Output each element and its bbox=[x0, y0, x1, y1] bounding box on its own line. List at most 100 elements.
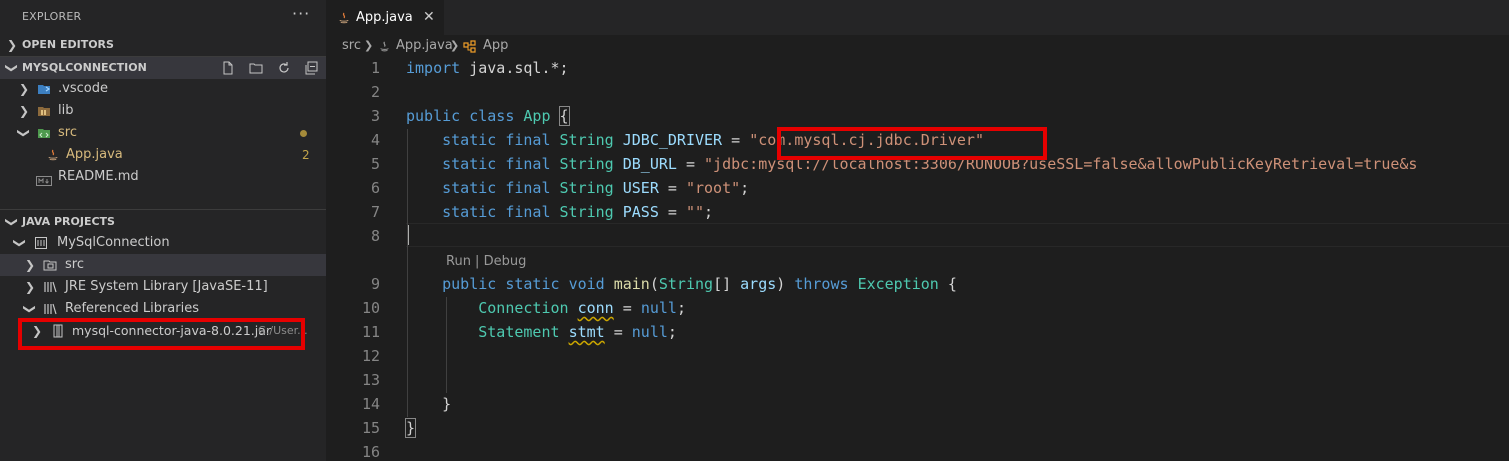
code-line-7: static final String PASS = ""; bbox=[442, 203, 714, 221]
java-file-icon bbox=[46, 148, 60, 162]
tree-item-app-java[interactable]: App.java 2 bbox=[0, 144, 326, 166]
project-item-src[interactable]: ❯ src bbox=[0, 254, 326, 276]
line-number: 10 bbox=[361, 299, 380, 317]
tree-item-vscode[interactable]: ❯ .vscode bbox=[0, 78, 326, 100]
project-item-jre[interactable]: ❯ JRE System Library [JavaSE-11] bbox=[0, 276, 326, 298]
java-projects-label: JAVA PROJECTS bbox=[22, 215, 115, 228]
code-line-10: Connection conn = null; bbox=[478, 299, 686, 317]
java-file-icon bbox=[338, 11, 350, 25]
markdown-file-icon bbox=[36, 172, 52, 186]
chevron-right-icon: ❯ bbox=[31, 324, 43, 338]
tree-item-src[interactable]: ❯ src bbox=[0, 122, 326, 144]
line-number: 14 bbox=[361, 395, 380, 413]
code-line-15: } bbox=[404, 418, 417, 438]
tree-item-label: App.java bbox=[66, 147, 123, 162]
open-editors-label: OPEN EDITORS bbox=[22, 38, 114, 51]
code-line-6: static final String USER = "root"; bbox=[442, 179, 750, 197]
chevron-down-icon: ❯ bbox=[5, 216, 19, 228]
code-line-14: } bbox=[442, 395, 452, 413]
library-folder-icon bbox=[37, 104, 51, 118]
tree-item-label: .vscode bbox=[58, 81, 108, 96]
explorer-title: EXPLORER bbox=[22, 10, 82, 23]
line-number: 12 bbox=[361, 347, 380, 365]
tree-item-label: lib bbox=[58, 103, 74, 118]
project-item-mysql-connector-jar[interactable]: ❯ mysql-connector-java-8.0.21.jar C:/Use… bbox=[0, 320, 326, 342]
code-line-3: public class App { bbox=[406, 106, 570, 126]
library-icon bbox=[43, 280, 57, 294]
chevron-right-icon: ❯ bbox=[18, 82, 30, 96]
code-editor[interactable]: 1 2 3 4 5 6 7 8 9 10 11 12 13 14 15 16 i… bbox=[326, 57, 1509, 461]
more-actions-icon[interactable]: ··· bbox=[292, 4, 310, 23]
tree-item-label: src bbox=[65, 257, 84, 272]
code-line-1: import java.sql.*; bbox=[406, 59, 569, 77]
line-number: 16 bbox=[361, 443, 380, 461]
tree-item-label: README.md bbox=[58, 169, 139, 184]
chevron-right-icon: ❯ bbox=[450, 39, 460, 52]
explorer-sidebar: EXPLORER ··· ❯ OPEN EDITORS ❯ MYSQLCONNE… bbox=[0, 0, 326, 461]
line-number: 1 bbox=[370, 59, 380, 77]
chevron-right-icon: ❯ bbox=[6, 38, 18, 52]
breadcrumb: src ❯ App.java ❯ App bbox=[326, 35, 1509, 57]
chevron-right-icon: ❯ bbox=[18, 104, 30, 118]
line-number: 4 bbox=[370, 131, 380, 149]
new-file-icon[interactable] bbox=[220, 60, 236, 76]
jar-icon bbox=[51, 324, 65, 338]
divider bbox=[0, 209, 326, 210]
breadcrumb-item-file[interactable]: App.java bbox=[396, 38, 453, 53]
breadcrumb-item-src[interactable]: src bbox=[342, 38, 361, 53]
chevron-right-icon: ❯ bbox=[364, 39, 374, 52]
workspace-label: MYSQLCONNECTION bbox=[22, 61, 147, 74]
code-line-9: public static void main(String[] args) t… bbox=[442, 275, 957, 293]
line-number: 5 bbox=[370, 155, 380, 173]
editor-tab-bar: App.java ✕ bbox=[326, 0, 1509, 36]
chevron-down-icon: ❯ bbox=[23, 303, 37, 315]
tree-item-label: Referenced Libraries bbox=[65, 301, 199, 316]
line-number: 3 bbox=[370, 107, 380, 125]
line-number: 8 bbox=[370, 227, 380, 245]
line-number: 2 bbox=[370, 83, 380, 101]
tab-app-java[interactable]: App.java ✕ bbox=[326, 0, 444, 36]
open-editors-section[interactable]: ❯ OPEN EDITORS bbox=[0, 34, 326, 56]
tree-item-readme[interactable]: README.md bbox=[0, 166, 326, 188]
library-icon bbox=[43, 302, 57, 316]
breadcrumb-item-class[interactable]: App bbox=[483, 38, 508, 53]
tree-item-lib[interactable]: ❯ lib bbox=[0, 100, 326, 122]
tree-item-label: mysql-connector-java-8.0.21.jar bbox=[72, 323, 272, 338]
chevron-down-icon: ❯ bbox=[13, 237, 27, 249]
tree-item-label: src bbox=[58, 125, 77, 140]
line-number: 6 bbox=[370, 179, 380, 197]
project-icon bbox=[34, 236, 48, 250]
line-number: 9 bbox=[370, 275, 380, 293]
code-line-5: static final String DB_URL = "jdbc:mysql… bbox=[442, 155, 1418, 173]
chevron-down-icon: ❯ bbox=[5, 62, 19, 74]
project-mysqlconnection[interactable]: ❯ MySqlConnection bbox=[0, 232, 326, 254]
code-line-4: static final String JDBC_DRIVER = "com.m… bbox=[442, 131, 984, 149]
new-folder-icon[interactable] bbox=[248, 60, 264, 76]
code-lens-run-debug[interactable]: Run | Debug bbox=[446, 254, 526, 269]
line-number: 11 bbox=[361, 323, 380, 341]
close-icon[interactable]: ✕ bbox=[423, 9, 435, 25]
line-number: 13 bbox=[361, 371, 380, 389]
vscode-folder-icon bbox=[37, 82, 51, 96]
java-projects-section[interactable]: ❯ JAVA PROJECTS bbox=[0, 211, 326, 233]
chevron-right-icon: ❯ bbox=[24, 280, 36, 294]
tree-item-label: JRE System Library [JavaSE-11] bbox=[65, 279, 268, 294]
refresh-icon[interactable] bbox=[276, 60, 292, 76]
code-line-11: Statement stmt = null; bbox=[478, 323, 677, 341]
collapse-all-icon[interactable] bbox=[304, 60, 320, 76]
line-number: 7 bbox=[370, 203, 380, 221]
package-folder-icon bbox=[43, 258, 57, 272]
src-folder-icon bbox=[37, 126, 51, 140]
project-label: MySqlConnection bbox=[57, 235, 170, 250]
class-icon bbox=[463, 40, 477, 57]
chevron-right-icon: ❯ bbox=[24, 258, 36, 272]
modified-dot bbox=[300, 130, 307, 137]
java-file-icon bbox=[379, 40, 390, 57]
project-item-referenced-libraries[interactable]: ❯ Referenced Libraries bbox=[0, 298, 326, 320]
problems-count-badge: 2 bbox=[302, 148, 310, 162]
line-number: 15 bbox=[361, 419, 380, 437]
current-line-highlight bbox=[406, 223, 1509, 247]
tree-item-description: C:/User... bbox=[258, 324, 308, 337]
workspace-section[interactable]: ❯ MYSQLCONNECTION bbox=[0, 57, 326, 79]
tab-label: App.java bbox=[356, 10, 413, 25]
